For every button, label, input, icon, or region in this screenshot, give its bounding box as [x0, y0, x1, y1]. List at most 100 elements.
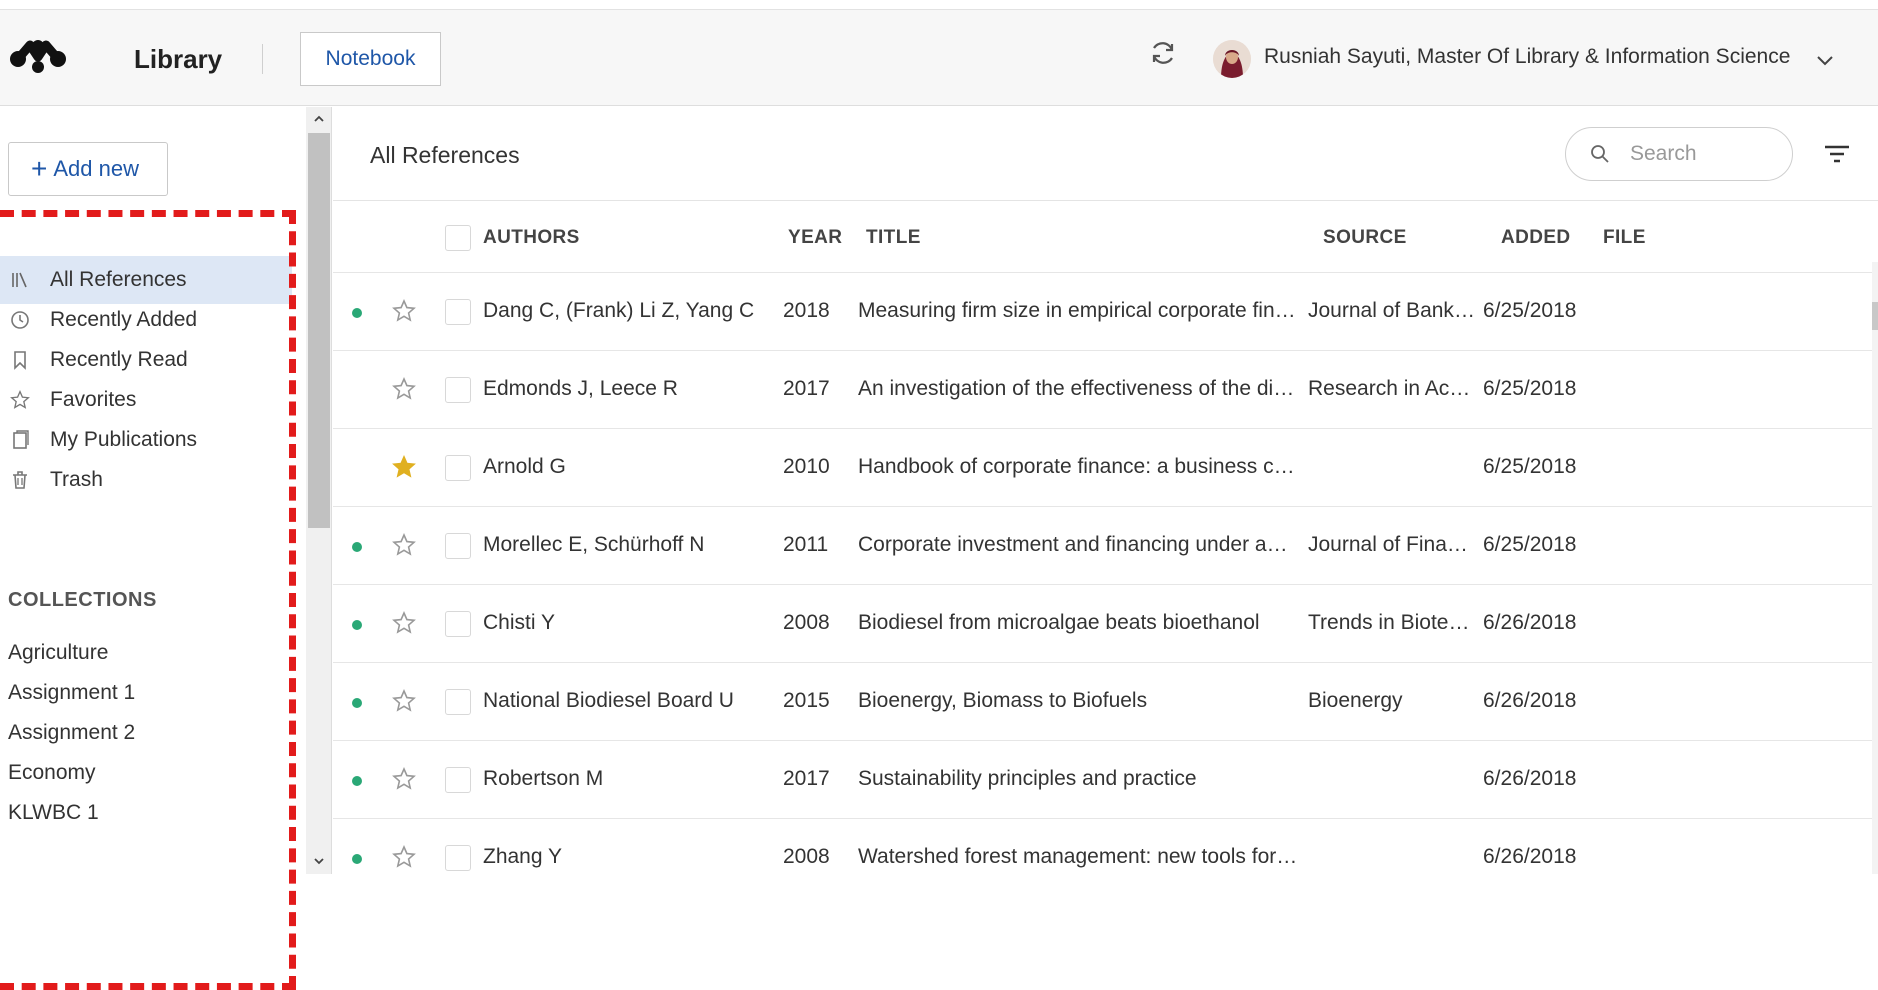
- favorite-star-icon[interactable]: [392, 689, 416, 713]
- column-header-title[interactable]: TITLE: [866, 227, 921, 249]
- row-checkbox[interactable]: [445, 767, 471, 793]
- cell-authors: Morellec E, Schürhoff N: [483, 533, 705, 556]
- row-checkbox[interactable]: [445, 845, 471, 871]
- favorite-star-icon[interactable]: [392, 767, 416, 791]
- user-name[interactable]: Rusniah Sayuti, Master Of Library & Info…: [1264, 45, 1790, 69]
- table-row[interactable]: Zhang Y 2008 Watershed forest management: …: [333, 818, 1878, 896]
- search-input[interactable]: [1630, 142, 1780, 166]
- row-checkbox[interactable]: [445, 377, 471, 403]
- add-new-label: Add new: [53, 156, 139, 181]
- column-header-year[interactable]: YEAR: [788, 227, 842, 249]
- cell-title: Measuring firm size in empirical corpora…: [858, 299, 1298, 322]
- scrollbar-thumb[interactable]: [308, 133, 330, 528]
- favorite-star-icon[interactable]: [392, 611, 416, 635]
- mendeley-logo-icon[interactable]: [8, 37, 68, 77]
- unread-indicator: [352, 542, 362, 552]
- page-title: All References: [370, 142, 520, 168]
- app-title: Library: [134, 44, 223, 74]
- row-checkbox[interactable]: [445, 533, 471, 559]
- cell-year: 2018: [783, 299, 830, 322]
- cell-added: 6/25/2018: [1483, 455, 1577, 478]
- cell-added: 6/26/2018: [1483, 689, 1577, 712]
- unread-indicator: [352, 854, 362, 864]
- scroll-up-icon[interactable]: [313, 113, 325, 125]
- filter-icon[interactable]: [1823, 142, 1851, 166]
- cell-year: 2015: [783, 689, 830, 712]
- table-row[interactable]: Robertson M 2017 Sustainability principles…: [333, 740, 1878, 818]
- cell-year: 2010: [783, 455, 830, 478]
- table-row[interactable]: Arnold G 2010 Handbook of corporate financ…: [333, 428, 1878, 506]
- table-row[interactable]: Dang C, (Frank) Li Z, Yang C 2018 Measurin…: [333, 272, 1878, 350]
- cell-year: 2017: [783, 767, 830, 790]
- favorite-star-icon[interactable]: [392, 455, 416, 479]
- cell-source: Bioenergy: [1308, 689, 1403, 712]
- search-field[interactable]: [1565, 127, 1793, 181]
- cell-added: 6/25/2018: [1483, 377, 1577, 400]
- table-scrollbar[interactable]: [1872, 262, 1878, 874]
- cell-authors: Arnold G: [483, 455, 566, 478]
- unread-indicator: [352, 698, 362, 708]
- row-checkbox[interactable]: [445, 299, 471, 325]
- cell-title: Sustainability principles and practice: [858, 767, 1197, 790]
- cell-title: Watershed forest management: new tools f…: [858, 845, 1298, 868]
- toolbar-divider: [333, 200, 1878, 201]
- column-header-authors[interactable]: AUTHORS: [483, 227, 580, 249]
- cell-added: 6/25/2018: [1483, 533, 1577, 556]
- table-row[interactable]: National Biodiesel Board U 2015 Bioenergy,…: [333, 662, 1878, 740]
- cell-authors: Edmonds J, Leece R: [483, 377, 678, 400]
- cell-title: Biodiesel from microalgae beats bioethan…: [858, 611, 1260, 634]
- table-row[interactable]: Morellec E, Schürhoff N 2011 Corporate inv…: [333, 506, 1878, 584]
- favorite-star-icon[interactable]: [392, 845, 416, 869]
- cell-title: An investigation of the effectiveness of…: [858, 377, 1298, 400]
- cell-year: 2008: [783, 845, 830, 868]
- favorite-star-icon[interactable]: [392, 299, 416, 323]
- chevron-down-icon[interactable]: [1814, 50, 1836, 72]
- add-new-button[interactable]: + Add new: [8, 142, 168, 196]
- sidebar-scrollbar[interactable]: [306, 107, 332, 874]
- table-row[interactable]: Chisti Y 2008 Biodiesel from microalgae be…: [333, 584, 1878, 662]
- cell-added: 6/26/2018: [1483, 611, 1577, 634]
- column-header-source[interactable]: SOURCE: [1323, 227, 1407, 249]
- header-divider: [262, 44, 263, 74]
- cell-authors: Dang C, (Frank) Li Z, Yang C: [483, 299, 755, 322]
- cell-title: Corporate investment and financing under…: [858, 533, 1298, 556]
- cell-year: 2011: [783, 533, 829, 556]
- unread-indicator: [352, 776, 362, 786]
- cell-title: Handbook of corporate finance: a busines…: [858, 455, 1298, 478]
- cell-authors: National Biodiesel Board U: [483, 689, 734, 712]
- cell-added: 6/26/2018: [1483, 767, 1577, 790]
- cell-authors: Robertson M: [483, 767, 604, 790]
- unread-indicator: [352, 308, 362, 318]
- row-checkbox[interactable]: [445, 611, 471, 637]
- sync-icon[interactable]: [1148, 38, 1178, 68]
- cell-source: Research in Acc…: [1308, 377, 1478, 400]
- column-header-file[interactable]: FILE: [1603, 227, 1646, 249]
- row-checkbox[interactable]: [445, 455, 471, 481]
- cell-added: 6/26/2018: [1483, 845, 1577, 868]
- notebook-button[interactable]: Notebook: [300, 32, 441, 86]
- cell-source: Journal of Banki…: [1308, 299, 1478, 322]
- cell-year: 2008: [783, 611, 830, 634]
- app-header: Library Notebook Rusniah Sayuti, Master …: [0, 10, 1878, 106]
- table-row[interactable]: Edmonds J, Leece R 2017 An investigation o…: [333, 350, 1878, 428]
- unread-indicator: [352, 620, 362, 630]
- cell-authors: Zhang Y: [483, 845, 563, 868]
- favorite-star-icon[interactable]: [392, 533, 416, 557]
- table-scrollbar-thumb[interactable]: [1872, 302, 1878, 330]
- cell-title: Bioenergy, Biomass to Biofuels: [858, 689, 1148, 712]
- cell-year: 2017: [783, 377, 830, 400]
- column-header-added[interactable]: ADDED: [1501, 227, 1571, 249]
- select-all-checkbox[interactable]: [445, 225, 471, 251]
- plus-icon: +: [31, 153, 48, 184]
- cell-source: Journal of Financ…: [1308, 533, 1478, 556]
- cell-added: 6/25/2018: [1483, 299, 1577, 322]
- row-checkbox[interactable]: [445, 689, 471, 715]
- references-panel: All References AUTHORS YEAR TITLE SOURCE…: [333, 107, 1878, 874]
- favorite-star-icon[interactable]: [392, 377, 416, 401]
- cell-source: Trends in Biotec…: [1308, 611, 1478, 634]
- search-icon: [1591, 145, 1609, 163]
- cell-authors: Chisti Y: [483, 611, 555, 634]
- highlight-annotation: [0, 210, 296, 990]
- scroll-down-icon[interactable]: [313, 855, 325, 867]
- user-avatar[interactable]: [1213, 40, 1251, 78]
